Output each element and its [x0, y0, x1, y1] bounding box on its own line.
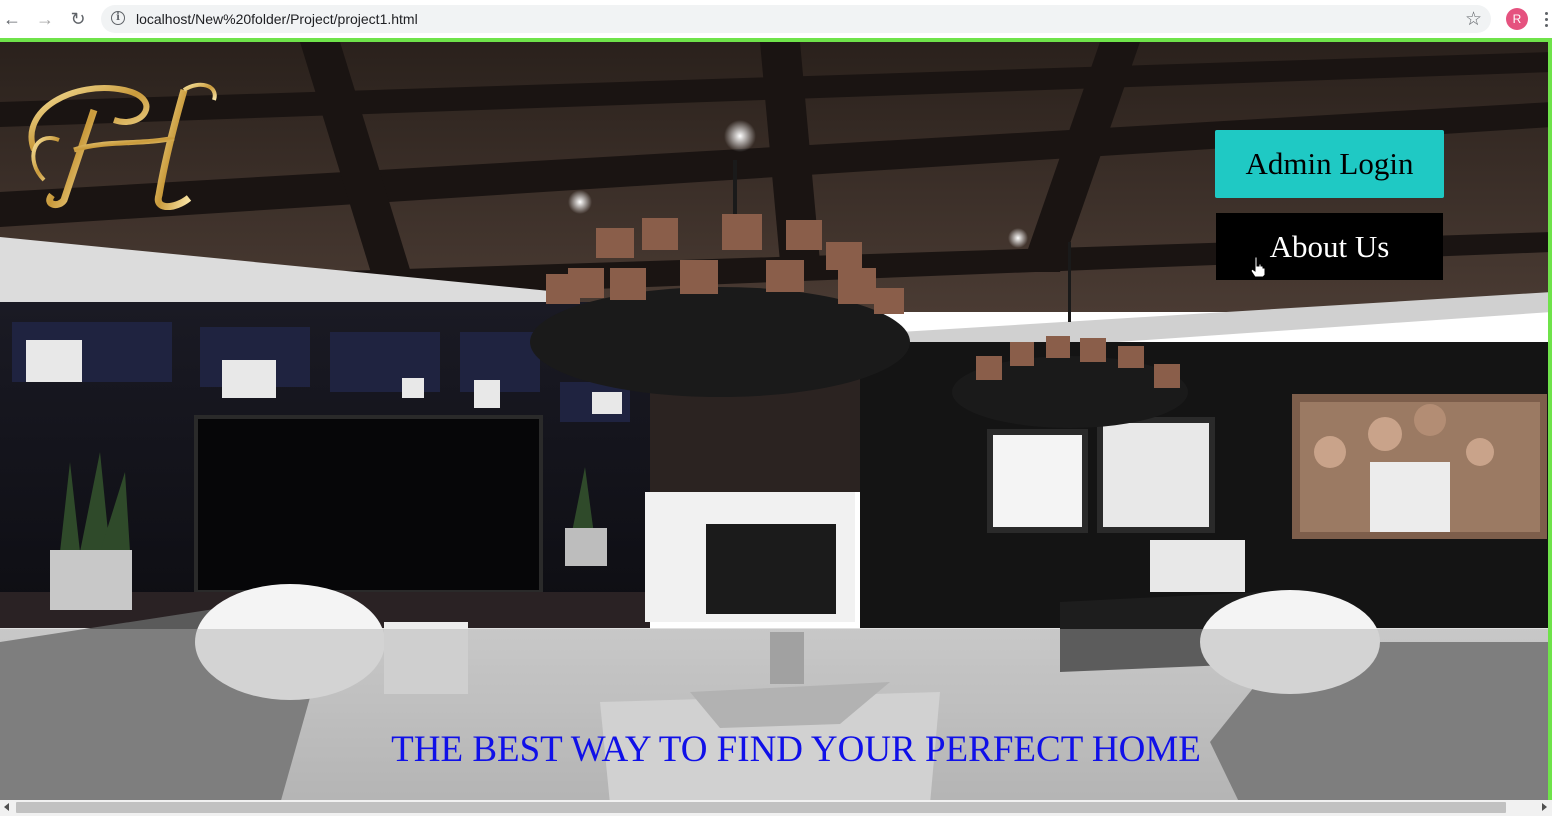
url-text[interactable]: localhost/New%20folder/Project/project1.… [136, 11, 418, 27]
caption-band [0, 629, 1548, 800]
svg-text:H: H [214, 109, 215, 111]
horizontal-scrollbar[interactable] [0, 800, 1552, 816]
info-icon[interactable]: i [111, 11, 125, 25]
hero-tagline: THE BEST WAY TO FIND YOUR PERFECT HOME [391, 729, 1201, 770]
back-arrow-icon[interactable]: ← [0, 7, 24, 31]
profile-avatar[interactable]: R [1506, 8, 1528, 30]
scroll-right-arrow-icon[interactable] [1542, 803, 1547, 811]
reload-icon[interactable]: ↻ [66, 7, 90, 31]
logo-h-icon[interactable]: H [14, 70, 234, 210]
scrollbar-thumb[interactable] [16, 802, 1506, 813]
page-viewport: H Admin Login About Us THE BEST WAY TO F… [0, 38, 1552, 800]
more-menu-icon[interactable] [1541, 8, 1551, 30]
browser-toolbar: ← → ↻ i localhost/New%20folder/Project/p… [0, 0, 1552, 38]
admin-login-button[interactable]: Admin Login [1215, 130, 1444, 198]
forward-arrow-icon[interactable]: → [33, 7, 57, 31]
scroll-left-arrow-icon[interactable] [4, 803, 9, 811]
hand-cursor-icon [1250, 256, 1266, 278]
address-bar[interactable]: i localhost/New%20folder/Project/project… [101, 5, 1491, 33]
bookmark-star-icon[interactable]: ☆ [1465, 8, 1482, 31]
